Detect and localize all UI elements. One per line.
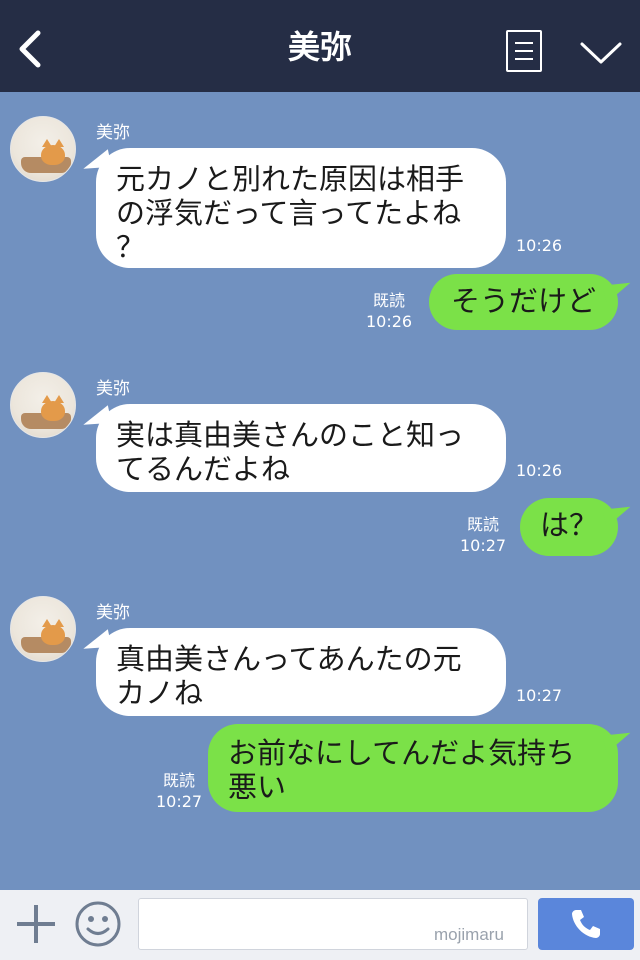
sender-name: 美弥 (96, 603, 130, 623)
read-receipt: 既読 10:26 (366, 290, 412, 332)
cat-icon (41, 139, 65, 165)
watermark: mojimaru (434, 925, 504, 944)
message-line: お前なにしてんだよ気持ち (228, 736, 576, 770)
message-time: 10:27 (156, 792, 203, 811)
smile-icon (75, 901, 121, 947)
menu-button[interactable] (506, 30, 542, 72)
read-label: 既読 (467, 515, 500, 534)
message-line: 悪い (228, 770, 287, 804)
message-time: 10:26 (516, 236, 563, 255)
message-line: ？ (116, 230, 146, 264)
message-line: は？ (539, 508, 598, 542)
outgoing-message[interactable]: お前なにしてんだよ気持ち 悪い (208, 724, 618, 812)
read-label: 既読 (163, 771, 196, 790)
cat-icon (41, 619, 65, 645)
chevron-left-icon (19, 30, 41, 68)
incoming-message[interactable]: 実は真由美さんのこと知っ てるんだよね (96, 404, 506, 492)
cat-icon (41, 395, 65, 421)
read-label: 既読 (373, 291, 406, 310)
add-button[interactable] (14, 902, 58, 946)
avatar[interactable] (10, 596, 76, 662)
more-button[interactable] (578, 30, 624, 74)
message-time: 10:27 (516, 686, 563, 705)
call-button[interactable] (538, 898, 634, 950)
read-receipt: 既読 10:27 (460, 514, 506, 556)
incoming-message[interactable]: 真由美さんってあんたの元 カノね (96, 628, 506, 716)
sender-name: 美弥 (96, 379, 130, 399)
chat-header: 美弥 (0, 0, 640, 92)
avatar[interactable] (10, 116, 76, 182)
read-receipt: 既読 10:27 (156, 770, 202, 812)
message-time: 10:27 (460, 536, 507, 555)
message-time: 10:26 (366, 312, 413, 331)
menu-icon (515, 42, 533, 44)
incoming-message[interactable]: 元カノと別れた原因は相手 の浮気だって言ってたよね ？ (96, 148, 506, 268)
message-line: そうだけど (450, 284, 596, 318)
back-button[interactable] (10, 24, 50, 74)
message-line: てるんだよね (116, 452, 291, 486)
message-time: 10:26 (516, 461, 563, 480)
message-line: 実は真由美さんのこと知っ (116, 418, 465, 452)
chat-title: 美弥 (287, 28, 352, 66)
sticker-button[interactable] (74, 900, 122, 948)
message-line: の浮気だって言ってたよね (116, 196, 462, 230)
outgoing-message[interactable]: は？ (519, 498, 618, 556)
sender-name: 美弥 (96, 123, 130, 143)
phone-icon (572, 910, 600, 938)
message-line: 元カノと別れた原因は相手 (116, 162, 465, 196)
chevron-down-icon (580, 42, 622, 64)
plus-icon (17, 905, 55, 943)
avatar[interactable] (10, 372, 76, 438)
message-line: カノね (116, 676, 204, 710)
message-line: 真由美さんってあんたの元 (116, 642, 462, 676)
outgoing-message[interactable]: そうだけど (428, 274, 618, 330)
